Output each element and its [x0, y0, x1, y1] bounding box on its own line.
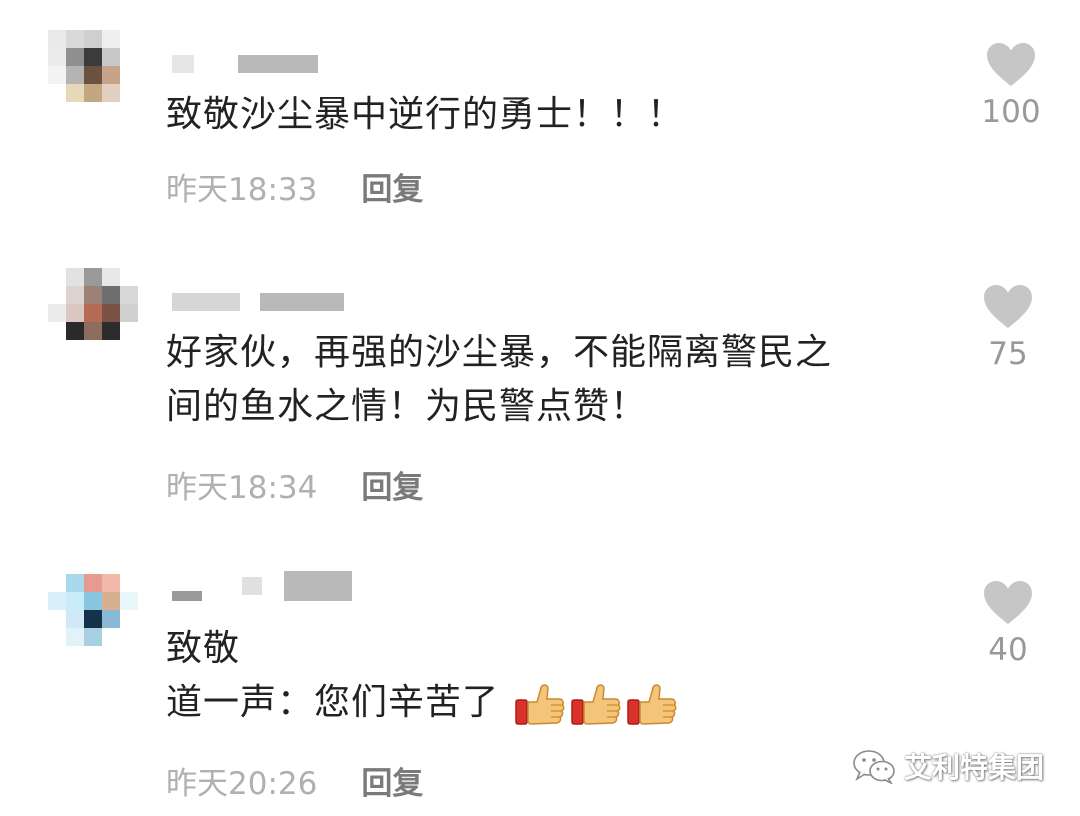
comment-text: 致敬 道一声：您们辛苦了 — [166, 622, 926, 730]
thumbs-up-icon — [571, 684, 621, 725]
like-button[interactable]: 100 — [976, 42, 1046, 130]
comment-text: 好家伙，再强的沙尘暴，不能隔离警民之 间的鱼水之情！为民警点赞！ — [166, 326, 926, 434]
like-count: 40 — [988, 632, 1028, 668]
reply-button[interactable]: 回复 — [361, 164, 423, 209]
comment-line: 道一声：您们辛苦了 — [166, 676, 926, 730]
username-blurred[interactable] — [172, 571, 352, 601]
comment-time: 昨天20:26 — [166, 766, 318, 802]
comment-line: 间的鱼水之情！为民警点赞！ — [166, 386, 648, 427]
heart-icon[interactable] — [982, 284, 1034, 330]
comment-line: 致敬 — [166, 628, 241, 669]
wechat-icon — [853, 750, 895, 784]
like-count: 75 — [988, 336, 1028, 372]
comment-meta: 昨天18:34 回复 — [166, 462, 423, 507]
watermark-text: 艾利特集团 — [903, 751, 1044, 784]
comment-meta: 昨天20:26 回复 — [166, 758, 423, 803]
reply-button[interactable]: 回复 — [361, 462, 423, 507]
comment-line: 致敬沙尘暴中逆行的勇士！！！ — [166, 94, 685, 135]
like-count: 100 — [981, 94, 1041, 130]
username-blurred[interactable] — [172, 54, 318, 74]
like-button[interactable]: 40 — [976, 580, 1040, 668]
username-blurred[interactable] — [172, 292, 344, 312]
avatar[interactable] — [48, 268, 138, 358]
like-button[interactable]: 75 — [976, 284, 1040, 372]
avatar[interactable] — [48, 574, 138, 664]
thumbs-up-icon — [515, 684, 565, 725]
avatar[interactable] — [48, 30, 138, 120]
comment-line: 好家伙，再强的沙尘暴，不能隔离警民之 — [166, 332, 833, 373]
watermark: 艾利特集团 — [852, 746, 1044, 786]
comment-meta: 昨天18:33 回复 — [166, 164, 423, 209]
comment-time: 昨天18:34 — [166, 470, 318, 506]
heart-icon[interactable] — [985, 42, 1037, 88]
comment-text: 致敬沙尘暴中逆行的勇士！！！ — [166, 88, 926, 142]
reply-button[interactable]: 回复 — [361, 758, 423, 803]
comment-time: 昨天18:33 — [166, 172, 318, 208]
emoji-group — [515, 682, 677, 726]
thumbs-up-icon — [627, 684, 677, 725]
comment-line-text: 道一声：您们辛苦了 — [166, 682, 500, 723]
heart-icon[interactable] — [982, 580, 1034, 626]
